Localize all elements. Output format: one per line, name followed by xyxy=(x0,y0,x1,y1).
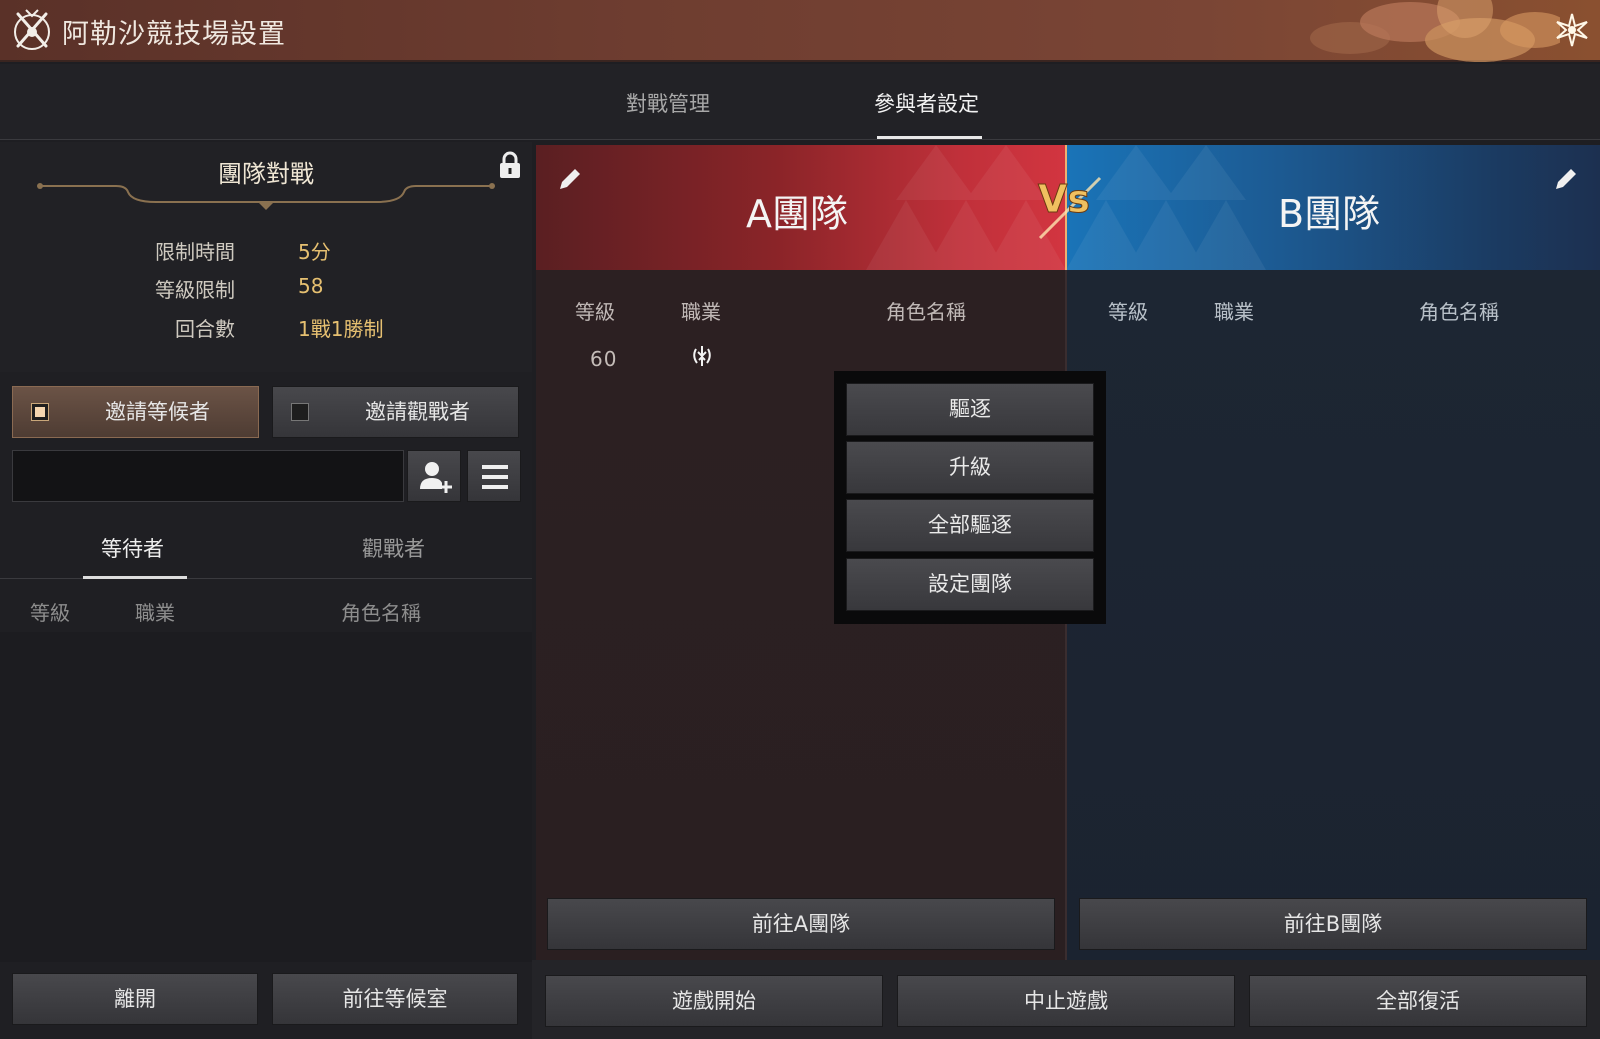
invite-waiting-button[interactable]: 邀請等候者 xyxy=(12,386,259,438)
title-ornament xyxy=(37,183,495,210)
edit-team-b-icon[interactable] xyxy=(1552,165,1580,193)
waiting-col-level: 等級 xyxy=(30,601,70,625)
team-a-member-level[interactable]: 60 xyxy=(590,347,617,371)
edit-team-a-icon[interactable] xyxy=(556,165,584,193)
waiting-col-class: 職業 xyxy=(135,601,175,625)
tab-battle-management[interactable]: 對戰管理 xyxy=(626,88,710,118)
add-user-icon xyxy=(420,462,452,493)
crossed-swords-icon xyxy=(14,9,50,50)
top-tab-bar: 對戰管理 參與者設定 xyxy=(0,64,1600,140)
team-a-header: A團隊 xyxy=(536,145,1066,270)
leave-button[interactable]: 離開 xyxy=(12,973,258,1025)
active-tab-indicator xyxy=(877,136,982,139)
left-divider xyxy=(0,578,532,579)
time-limit-value: 5分 xyxy=(298,240,331,264)
tab-waiting[interactable]: 等待者 xyxy=(101,533,164,563)
invite-spectator-checkbox[interactable] xyxy=(291,403,309,421)
invite-spectator-button[interactable]: 邀請觀戰者 xyxy=(272,386,519,438)
team-a-col-level: 等級 xyxy=(575,300,615,324)
menu-item-kick[interactable]: 驅逐 xyxy=(846,383,1094,436)
goto-team-b-button[interactable]: 前往B團隊 xyxy=(1079,898,1587,950)
vs-emblem: Vs xyxy=(1038,177,1102,240)
team-b-col-level: 等級 xyxy=(1108,300,1148,324)
team-a-name: A團隊 xyxy=(746,192,848,236)
context-menu: 驅逐 升級 全部驅逐 設定團隊 xyxy=(834,371,1106,624)
title-bar: 阿勒沙競技場設置 xyxy=(0,0,1600,62)
rounds-row: 回合數 1戰1勝制 xyxy=(0,313,532,343)
time-limit-row: 限制時間 5分 xyxy=(0,236,532,266)
team-b-col-name: 角色名稱 xyxy=(1419,300,1499,324)
team-b-header: B團隊 xyxy=(1066,145,1600,270)
tab-participant-settings[interactable]: 參與者設定 xyxy=(874,88,979,118)
menu-list-icon xyxy=(482,465,508,489)
team-b-member-list xyxy=(1067,270,1600,960)
team-b-name: B團隊 xyxy=(1278,192,1381,236)
emblem-star-icon xyxy=(1556,13,1588,47)
rounds-value: 1戰1勝制 xyxy=(298,317,384,341)
lock-icon[interactable] xyxy=(496,150,524,180)
goto-waiting-room-button[interactable]: 前往等候室 xyxy=(272,973,518,1025)
vs-label: Vs xyxy=(1038,177,1090,221)
team-b-col-class: 職業 xyxy=(1214,300,1254,324)
time-limit-label: 限制時間 xyxy=(155,240,235,264)
menu-item-kick-all[interactable]: 全部驅逐 xyxy=(846,499,1094,552)
menu-item-set-team[interactable]: 設定團隊 xyxy=(846,558,1094,611)
waiting-list xyxy=(0,632,532,962)
add-player-button[interactable] xyxy=(407,450,461,502)
start-game-button[interactable]: 遊戲開始 xyxy=(545,975,883,1027)
level-limit-label: 等級限制 xyxy=(155,278,235,302)
player-list-button[interactable] xyxy=(467,450,521,502)
revive-all-button[interactable]: 全部復活 xyxy=(1249,975,1587,1027)
goto-team-a-button[interactable]: 前往A團隊 xyxy=(547,898,1055,950)
menu-item-promote[interactable]: 升級 xyxy=(846,441,1094,494)
window-title: 阿勒沙競技場設置 xyxy=(62,19,286,50)
invite-spectator-label: 邀請觀戰者 xyxy=(365,400,470,424)
level-limit-value: 58 xyxy=(298,274,324,298)
waiting-col-name: 角色名稱 xyxy=(341,601,421,625)
team-a-col-name: 角色名稱 xyxy=(886,300,966,324)
subtab-indicator xyxy=(83,576,187,579)
level-limit-row: 等級限制 58 xyxy=(0,274,532,304)
class-emblem-icon xyxy=(693,346,711,366)
invite-waiting-label: 邀請等候者 xyxy=(105,400,210,424)
stop-game-button[interactable]: 中止遊戲 xyxy=(897,975,1235,1027)
tab-spectators[interactable]: 觀戰者 xyxy=(362,533,425,563)
cloud-decoration xyxy=(1310,0,1560,62)
rounds-label: 回合數 xyxy=(175,317,235,341)
invite-waiting-checkbox[interactable] xyxy=(31,403,49,421)
team-a-col-class: 職業 xyxy=(681,300,721,324)
player-name-input[interactable] xyxy=(12,450,404,502)
